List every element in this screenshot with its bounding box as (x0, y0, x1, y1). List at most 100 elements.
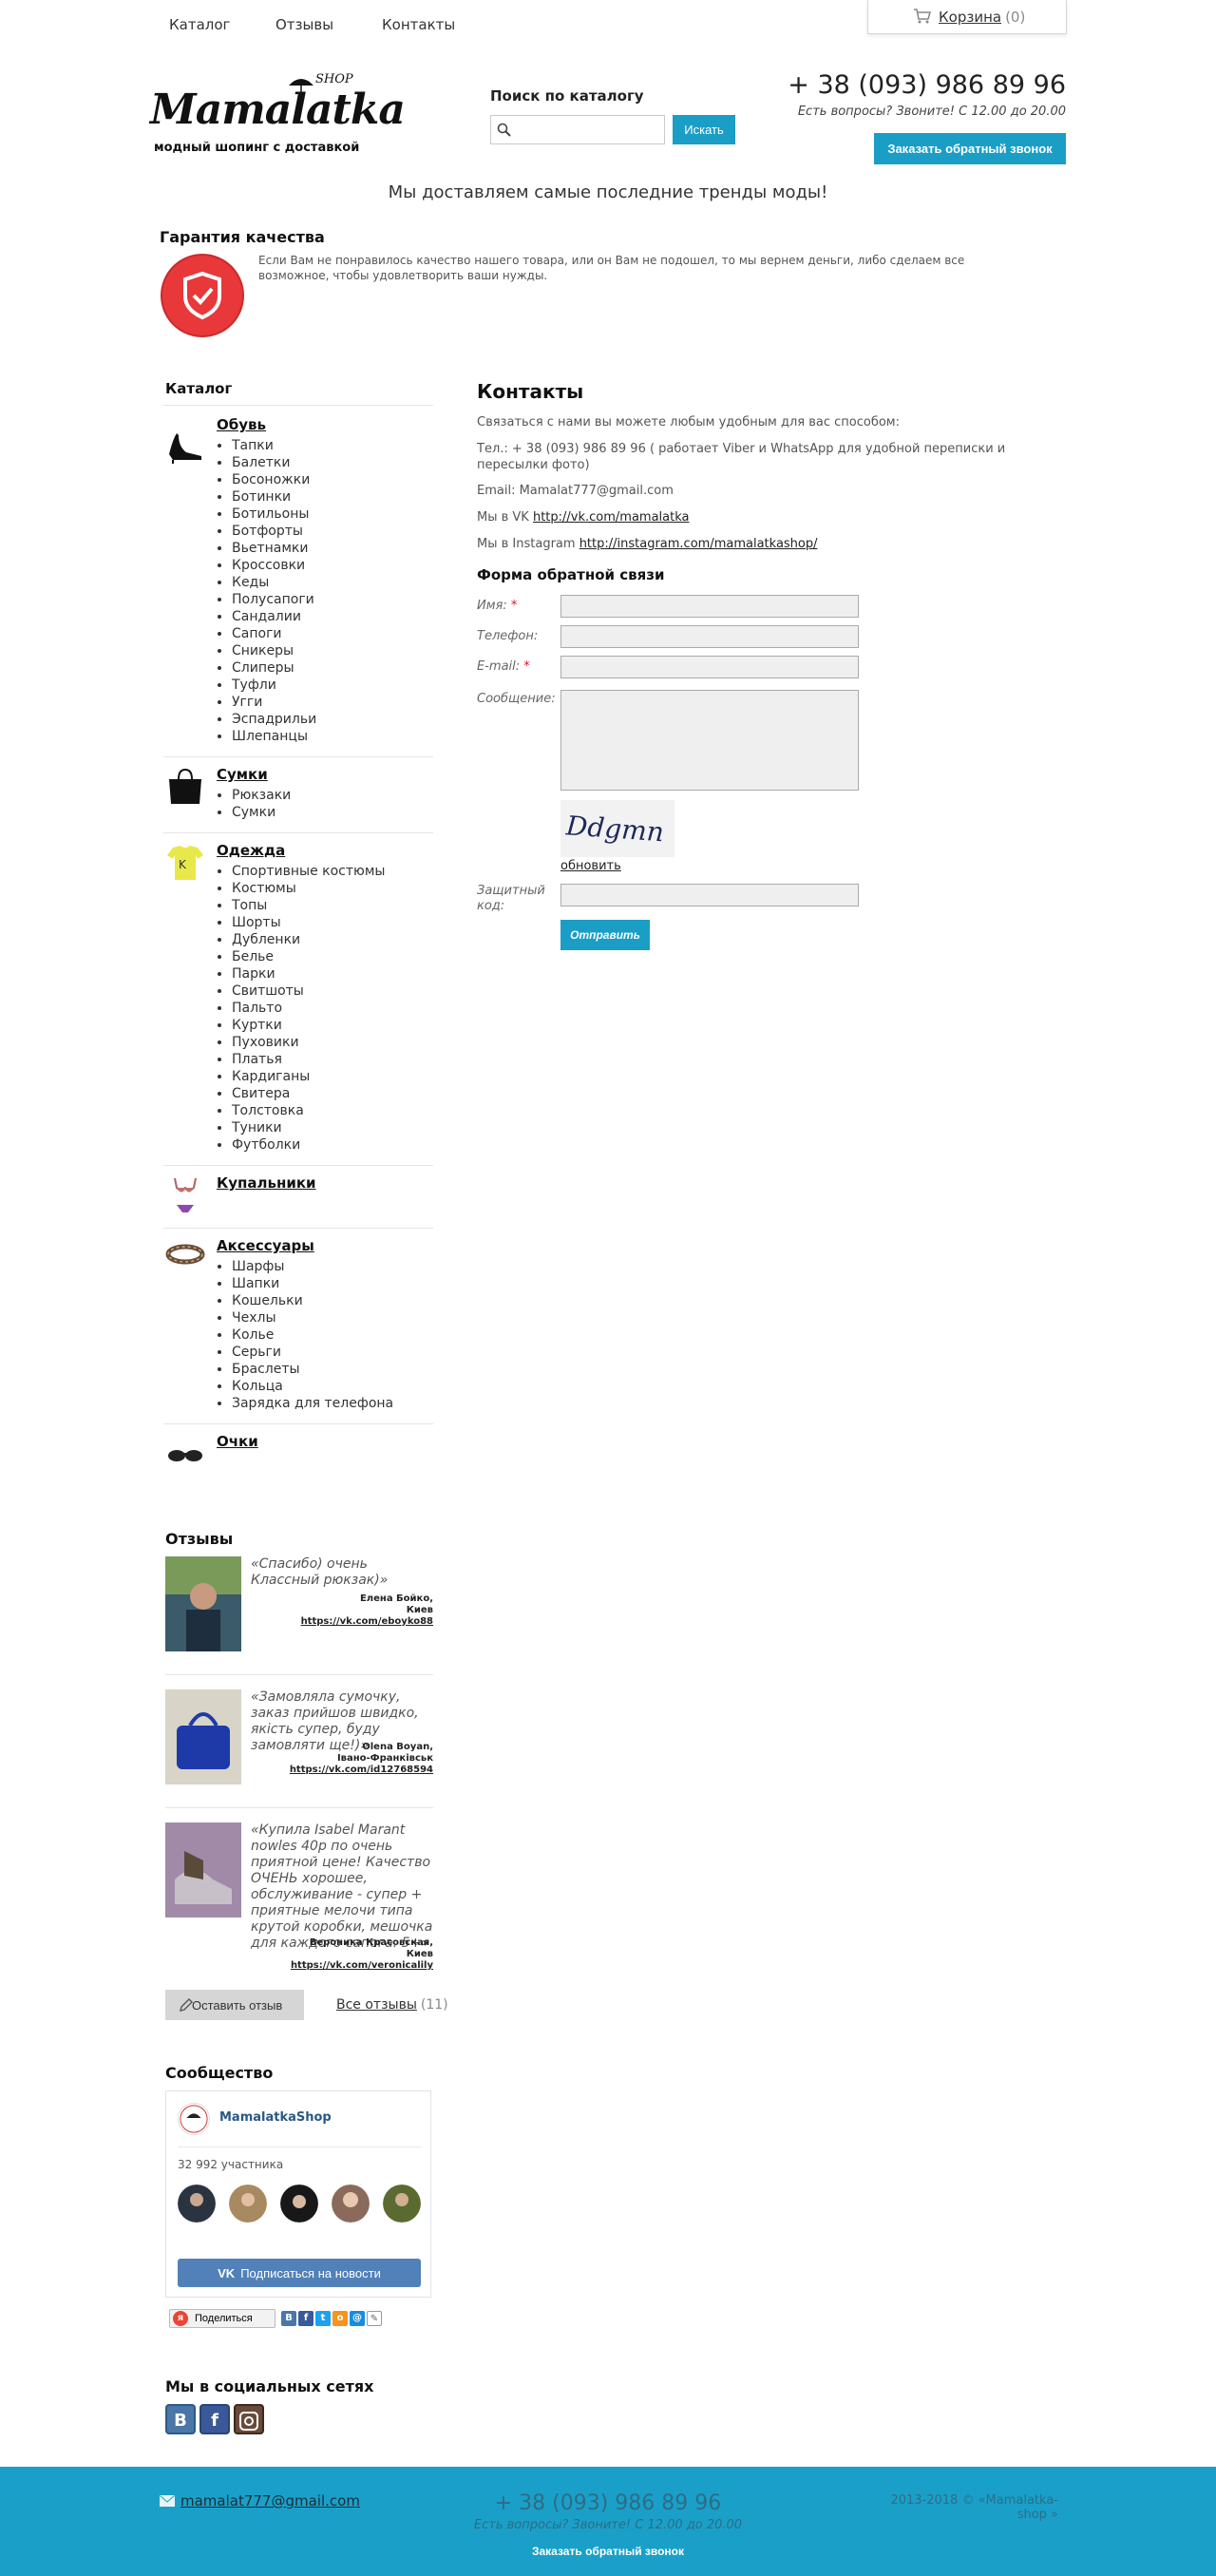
odnoklassniki-share-icon[interactable]: o (332, 2311, 348, 2326)
category-subitem[interactable]: Сандалии (232, 608, 316, 625)
review-link[interactable]: https://vk.com/veronicalily (291, 1960, 433, 1971)
category-subitem[interactable]: Ботинки (232, 488, 316, 506)
category-subitem[interactable]: Слиперы (232, 659, 316, 677)
message-field[interactable] (560, 690, 859, 791)
category-subitem[interactable]: Дубленки (232, 931, 385, 948)
cart-label[interactable]: Корзина (939, 9, 1001, 26)
community-title: Сообщество (165, 2064, 274, 2082)
search-input[interactable] (516, 119, 660, 141)
nav-contacts[interactable]: Контакты (382, 16, 455, 33)
category-subitem[interactable]: Тапки (232, 437, 316, 454)
member-avatar[interactable] (383, 2185, 421, 2223)
message-label: Сообщение: (477, 692, 556, 706)
category-subitem[interactable]: Вьетнамки (232, 540, 316, 557)
category-subitem[interactable]: Сникеры (232, 642, 316, 659)
mail-share-icon[interactable]: @ (350, 2311, 365, 2326)
search-button[interactable]: Искать (673, 115, 735, 144)
category-subitem[interactable]: Кошельки (232, 1292, 393, 1309)
category-subitem[interactable]: Угги (232, 694, 316, 711)
category-subitem[interactable]: Футболки (232, 1136, 385, 1154)
review-link[interactable]: https://vk.com/id12768594 (290, 1765, 433, 1775)
category-subitem[interactable]: Эспадрильи (232, 711, 316, 728)
category-subitem[interactable]: Ботфорты (232, 523, 316, 540)
member-avatar[interactable] (332, 2185, 370, 2223)
community-name[interactable]: MamalatkaShop (219, 2110, 332, 2125)
all-reviews-link[interactable]: Все отзывы (336, 1997, 417, 2013)
page-title: Контакты (477, 380, 584, 403)
member-avatar[interactable] (280, 2185, 318, 2223)
category-subitem[interactable]: Зарядка для телефона (232, 1395, 393, 1412)
category-subitem[interactable]: Шарфы (232, 1258, 393, 1275)
nav-reviews[interactable]: Отзывы (276, 16, 333, 33)
category-subitem[interactable]: Серьги (232, 1344, 393, 1361)
category-subitem[interactable]: Толстовка (232, 1102, 385, 1119)
category-subitem[interactable]: Топы (232, 897, 385, 914)
category-subitem[interactable]: Кеды (232, 574, 316, 591)
member-avatar[interactable] (178, 2185, 216, 2223)
review-quote: «Купила Isabel Marant nowles 40р по очен… (251, 1822, 433, 1951)
category-subitem[interactable]: Платья (232, 1051, 385, 1068)
category-subitem[interactable]: Кольца (232, 1378, 393, 1395)
category-name[interactable]: Обувь (217, 416, 266, 433)
community-avatar[interactable] (178, 2103, 210, 2135)
phone-field[interactable] (560, 625, 859, 648)
category-name[interactable]: Купальники (217, 1174, 316, 1192)
subscribe-button[interactable]: VK Подписаться на новости (178, 2259, 421, 2287)
category-subitem[interactable]: Свитера (232, 1085, 385, 1102)
category-subitem[interactable]: Пальто (232, 1000, 385, 1017)
category-subitem[interactable]: Балетки (232, 454, 316, 471)
category-subitem[interactable]: Кардиганы (232, 1068, 385, 1085)
category-subitem[interactable]: Рюкзаки (232, 787, 291, 804)
category-subitem[interactable]: Туфли (232, 677, 316, 694)
category-subitem[interactable]: Чехлы (232, 1309, 393, 1326)
category-name[interactable]: Очки (217, 1433, 258, 1450)
category-subitem[interactable]: Кроссовки (232, 557, 316, 574)
divider (165, 1674, 433, 1675)
category-subitem[interactable]: Белье (232, 948, 385, 965)
cart-widget[interactable]: Корзина (0) (867, 0, 1067, 34)
name-field[interactable] (560, 595, 859, 618)
nav-catalog[interactable]: Каталог (169, 16, 230, 33)
category-subitem[interactable]: Куртки (232, 1017, 385, 1034)
category-subitem[interactable]: Ботильоны (232, 506, 316, 523)
category-subitem[interactable]: Свитшоты (232, 983, 385, 1000)
category-subitem[interactable]: Костюмы (232, 880, 385, 897)
category-subitem[interactable]: Спортивные костюмы (232, 863, 385, 880)
category-subitem[interactable]: Босоножки (232, 471, 316, 488)
captcha-field[interactable] (560, 884, 859, 906)
facebook-social-icon[interactable]: f (200, 2404, 230, 2434)
footer-callback-button[interactable]: Заказать обратный звонок (513, 2545, 703, 2558)
vk-link[interactable]: http://vk.com/mamalatka (533, 510, 690, 525)
instagram-link[interactable]: http://instagram.com/mamalatkashop/ (580, 537, 818, 551)
captcha-refresh-link[interactable]: обновить (560, 859, 621, 873)
livejournal-share-icon[interactable]: ✎ (367, 2311, 382, 2326)
category-subitem[interactable]: Сапоги (232, 625, 316, 642)
vk-share-icon[interactable]: B (281, 2311, 296, 2326)
category-subitem[interactable]: Полусапоги (232, 591, 316, 608)
category-name[interactable]: Аксессуары (217, 1237, 314, 1254)
category-subitem[interactable]: Браслеты (232, 1361, 393, 1378)
category-name[interactable]: Сумки (217, 766, 268, 783)
all-reviews[interactable]: Все отзывы (11) (336, 1997, 448, 2013)
instagram-social-icon[interactable] (234, 2404, 264, 2434)
callback-button[interactable]: Заказать обратный звонок (874, 133, 1066, 164)
member-avatar[interactable] (229, 2185, 267, 2223)
leave-review-button[interactable]: Оставить отзыв (165, 1990, 304, 2020)
category-subitem[interactable]: Колье (232, 1326, 393, 1344)
category-name[interactable]: Одежда (217, 842, 285, 859)
category-subitem[interactable]: Шапки (232, 1275, 393, 1292)
send-button[interactable]: Отправить (560, 920, 650, 950)
logo[interactable]: SHOP Mamalatka модный шопинг с доставкой (148, 72, 406, 163)
category-subitem[interactable]: Шорты (232, 914, 385, 931)
vk-social-icon[interactable]: B (165, 2404, 196, 2434)
facebook-share-icon[interactable]: f (298, 2311, 314, 2326)
review-link[interactable]: https://vk.com/eboyko88 (301, 1616, 433, 1627)
category-subitem[interactable]: Сумки (232, 804, 291, 821)
category-subitem[interactable]: Туники (232, 1119, 385, 1136)
category-subitem[interactable]: Шлепанцы (232, 728, 316, 745)
category-subitem[interactable]: Пуховики (232, 1034, 385, 1051)
email-field[interactable] (560, 656, 859, 678)
twitter-share-icon[interactable]: t (315, 2311, 331, 2326)
search-title: Поиск по каталогу (490, 87, 644, 105)
category-subitem[interactable]: Парки (232, 965, 385, 983)
